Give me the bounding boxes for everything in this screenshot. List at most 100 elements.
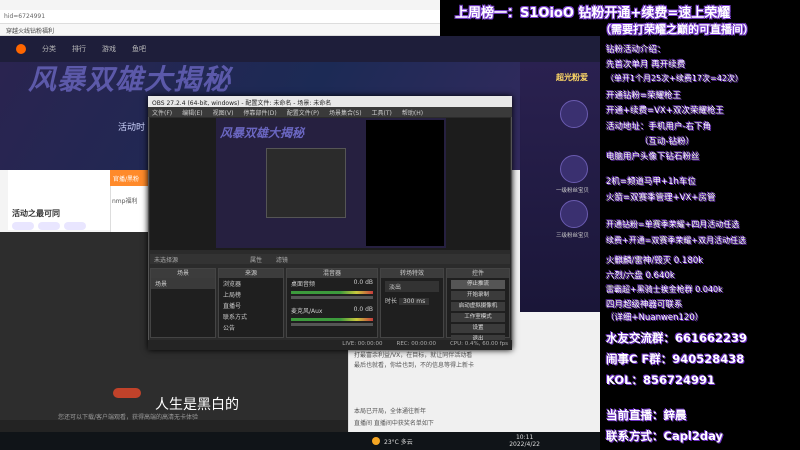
obs-title-bar[interactable]: OBS 27.2.4 (64-bit, windows) - 配置文件: 未命名… bbox=[148, 96, 512, 107]
overlay-top-line2: （需要打荣耀之巅的可直播间） bbox=[600, 23, 754, 36]
properties-button[interactable]: 属性 bbox=[250, 257, 262, 264]
overlay-line: 开通钻粉=荣耀枪王 bbox=[606, 91, 682, 101]
source-item[interactable]: 联系方式 bbox=[219, 311, 283, 322]
menu-item[interactable]: 编辑(E) bbox=[182, 108, 202, 117]
chat-message: 最后也就看，你给也到，不的信息等得上新卡 bbox=[354, 362, 475, 369]
menu-item[interactable]: 停靠部件(D) bbox=[243, 108, 276, 117]
duration-label: 时长 bbox=[385, 298, 398, 305]
volume-slider[interactable] bbox=[291, 323, 373, 326]
contact-info: 联系方式：Capl2day bbox=[606, 429, 724, 443]
source-toolbar: 未选择源 属性 滤镜 bbox=[150, 254, 510, 264]
volume-slider[interactable] bbox=[291, 296, 373, 299]
sidebar-badge-title: 超光粉爱 bbox=[556, 73, 588, 82]
overlay-line: 雷霸超+黑骑士挨金枪群 0.040k bbox=[606, 285, 723, 294]
contact-line: 闹事C F群：940528438 bbox=[606, 352, 745, 366]
sidebar-badge-label: 三级粉丝宝贝 bbox=[556, 233, 590, 239]
scenes-dock: 场景 场景 bbox=[150, 268, 216, 338]
track-db: 0.0 dB bbox=[353, 279, 373, 286]
badge-icon[interactable] bbox=[560, 155, 588, 183]
menu-item[interactable]: 配置文件(P) bbox=[287, 108, 319, 117]
nav-item[interactable]: 鱼吧 bbox=[132, 44, 146, 54]
volume-meter bbox=[291, 318, 373, 321]
nav-item[interactable]: 排行 bbox=[72, 44, 86, 54]
overlay-line: （互动-钻粉） bbox=[640, 137, 695, 147]
room-title: 活动之最可同 bbox=[12, 209, 60, 218]
overlay-line: 先首次单月 再开续费 bbox=[606, 60, 686, 70]
sidebar-badge-label: 一级粉丝宝贝 bbox=[556, 188, 590, 194]
scenes-title: 场景 bbox=[151, 269, 215, 278]
overlay-line: 续费+开通=双赛季荣耀+双月活动任选 bbox=[606, 236, 747, 245]
track-name: 桌面音频 bbox=[291, 281, 316, 288]
clock-date: 2022/4/22 bbox=[509, 441, 540, 448]
overlay-line: 开通钻粉=单赛季荣耀+四月活动任选 bbox=[606, 220, 740, 229]
overlay-line: 电脑用户头像下钻石粉丝 bbox=[606, 152, 700, 162]
sources-title: 来源 bbox=[219, 269, 283, 278]
menu-item[interactable]: 帮助(H) bbox=[402, 108, 423, 117]
chat-message: 本局已开局，全体通往新年 bbox=[354, 408, 427, 415]
scene-item[interactable]: 场景 bbox=[151, 278, 215, 289]
overlay-line: 钻粉活动介绍： bbox=[606, 45, 666, 55]
nested-overlay bbox=[366, 120, 444, 246]
overlay-line: 六烈/六盘 0.640k bbox=[606, 271, 675, 281]
bookmark-item[interactable]: 穿越火线钻粉福利 bbox=[6, 28, 54, 35]
source-item[interactable]: 上局榜 bbox=[219, 289, 283, 300]
overlay-line: 开通+续费=VX+双次荣耀枪王 bbox=[606, 106, 725, 116]
nav-item[interactable]: 分类 bbox=[42, 44, 56, 54]
source-item[interactable]: 浏览器 bbox=[219, 278, 283, 289]
start-recording-button[interactable]: 开始录制 bbox=[451, 291, 505, 300]
studio-mode-button[interactable]: 工作室模式 bbox=[451, 313, 505, 322]
overlay-line: （详细+Nuanwen120） bbox=[606, 313, 704, 323]
clock-time: 10:11 bbox=[515, 434, 534, 441]
duration-input[interactable]: 300 ms bbox=[398, 298, 430, 305]
taskbar: 23°C 多云 10:11 2022/4/22 bbox=[0, 432, 600, 450]
live-status: LIVE: 00:00:00 bbox=[342, 341, 383, 347]
obs-status-bar: LIVE: 00:00:00 REC: 00:00:00 CPU: 0.4%, … bbox=[148, 340, 512, 350]
menu-item[interactable]: 工具(T) bbox=[372, 108, 392, 117]
weather-text: 23°C 多云 bbox=[384, 438, 413, 446]
video-subtitle: 人生是黑白的 bbox=[155, 397, 239, 413]
preview-canvas[interactable]: 风暴双雄大揭秘 bbox=[216, 118, 446, 248]
settings-button[interactable]: 设置 bbox=[451, 324, 505, 333]
track-db: 0.0 dB bbox=[353, 306, 373, 313]
banner-title: 风暴双雄大揭秘 bbox=[28, 63, 232, 96]
chat-message: 直播间 直播间中获奖名单如下 bbox=[354, 420, 434, 427]
download-button[interactable] bbox=[113, 388, 141, 398]
overlay-line: 四月超级神器可联系 bbox=[606, 300, 683, 310]
sources-dock: 来源 浏览器 上局榜 直播号 联系方式 公告 bbox=[218, 268, 284, 338]
badge-icon[interactable] bbox=[560, 200, 588, 228]
controls-title: 控件 bbox=[447, 269, 509, 278]
source-item[interactable]: 直播号 bbox=[219, 300, 283, 311]
contact-line: 水友交流群：661662239 bbox=[606, 331, 748, 345]
tag-badge bbox=[38, 222, 60, 230]
obs-menu-bar: 文件(F) 编辑(E) 视图(V) 停靠部件(D) 配置文件(P) 场景集合(S… bbox=[148, 107, 512, 117]
mixer-dock: 混音器 桌面音频 0.0 dB 麦克风/Aux 0.0 dB bbox=[286, 268, 378, 338]
player-controls[interactable] bbox=[0, 420, 356, 432]
nested-obs bbox=[266, 148, 346, 218]
menu-item[interactable]: 场景集合(S) bbox=[329, 108, 362, 117]
virtual-camera-button[interactable]: 启动虚拟摄像机 bbox=[451, 302, 505, 311]
rec-status: REC: 00:00:00 bbox=[396, 341, 436, 347]
overlay-line: 火麒麟/雷神/毁灭 0.180k bbox=[606, 256, 704, 266]
chat-message: 打最富余利益/VX，在目标，就让同伴活动看 bbox=[354, 352, 473, 359]
overlay-line: 活动地址：手机用户-右下角 bbox=[606, 122, 712, 132]
banner-subtitle: 活动时 bbox=[118, 123, 146, 133]
transitions-dock: 转场特效 淡出 时长 300 ms bbox=[380, 268, 444, 338]
mixer-title: 混音器 bbox=[287, 269, 377, 278]
nav-item[interactable]: 游戏 bbox=[102, 44, 116, 54]
site-logo-icon bbox=[16, 44, 26, 54]
current-streamer: 当前直播：鋅晨 bbox=[606, 408, 687, 422]
overlay-top-line: 上周榜一：S1OioO 钻粉开通+续费=速上荣耀 bbox=[455, 6, 731, 21]
filters-button[interactable]: 滤镜 bbox=[276, 257, 288, 264]
menu-item[interactable]: 文件(F) bbox=[152, 108, 172, 117]
menu-item[interactable]: 视图(V) bbox=[213, 108, 234, 117]
source-item[interactable]: 公告 bbox=[219, 322, 283, 333]
popup-body: nmp福利 bbox=[112, 198, 138, 205]
contact-line: KOL：856724991 bbox=[606, 373, 716, 387]
badge-icon[interactable] bbox=[560, 100, 588, 128]
volume-meter bbox=[291, 291, 373, 294]
transition-select[interactable]: 淡出 bbox=[385, 281, 439, 292]
track-name: 麦克风/Aux bbox=[291, 308, 323, 315]
stop-streaming-button[interactable]: 停止推流 bbox=[451, 280, 505, 289]
tag-badge bbox=[12, 222, 34, 230]
controls-dock: 控件 停止推流 开始录制 启动虚拟摄像机 工作室模式 设置 退出 bbox=[446, 268, 510, 344]
